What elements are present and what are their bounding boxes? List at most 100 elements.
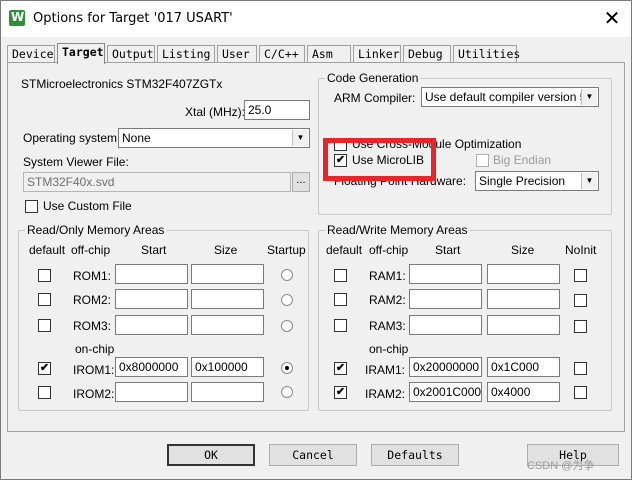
ram2-size-input[interactable] — [487, 289, 560, 309]
compiler-label: ARM Compiler: — [334, 91, 416, 105]
ram2-start-input[interactable] — [409, 289, 482, 309]
irom2-start-input[interactable] — [115, 382, 188, 402]
iram1-start-input[interactable]: 0x20000000 — [409, 357, 482, 377]
rom1-default-checkbox[interactable] — [38, 269, 51, 282]
ro-memory-label: Read/Only Memory Areas — [25, 223, 167, 237]
tab-asm[interactable]: Asm — [307, 45, 351, 63]
keil-app-icon: W — [9, 10, 25, 26]
rom2-size-input[interactable] — [191, 289, 264, 309]
ro-header-start: Start — [141, 243, 167, 257]
os-select[interactable]: None ▼ — [118, 128, 310, 148]
irom1-start-input[interactable]: 0x8000000 — [115, 357, 188, 377]
ram3-size-input[interactable] — [487, 315, 560, 335]
rw-header-size: Size — [511, 243, 535, 257]
rom2-startup-radio[interactable] — [281, 294, 293, 306]
irom2-startup-radio[interactable] — [281, 386, 293, 398]
browse-button[interactable]: ... — [292, 172, 310, 192]
iram1-default-checkbox[interactable]: ✔ — [334, 362, 347, 375]
tab-utilities[interactable]: Utilities — [453, 45, 520, 63]
window-title: Options for Target '017 USART' — [33, 11, 233, 26]
rom1-label: ROM1: — [73, 269, 112, 283]
device-name: STMicroelectronics STM32F407ZGTx — [21, 77, 223, 91]
chevron-down-icon[interactable]: ▼ — [581, 89, 597, 105]
rom3-start-input[interactable] — [115, 315, 188, 335]
ro-header-size: Size — [214, 243, 238, 257]
xtal-input[interactable]: 25.0 — [244, 100, 310, 120]
rom3-default-checkbox[interactable] — [38, 319, 51, 332]
svd-label: System Viewer File: — [23, 155, 129, 169]
xtal-label: Xtal (MHz): — [185, 105, 245, 119]
ram3-start-input[interactable] — [409, 315, 482, 335]
ok-button[interactable]: OK — [167, 444, 255, 466]
ram1-noinit-checkbox[interactable] — [574, 269, 587, 282]
ram3-default-checkbox[interactable] — [334, 319, 347, 332]
os-label: Operating system: — [23, 131, 121, 145]
irom1-label: IROM1: — [73, 363, 115, 377]
iram2-noinit-checkbox[interactable] — [574, 386, 587, 399]
title-bar: W Options for Target '017 USART' ✕ — [1, 1, 631, 37]
iram2-default-checkbox[interactable]: ✔ — [334, 386, 347, 399]
ram2-default-checkbox[interactable] — [334, 293, 347, 306]
rw-header-default: default — [326, 243, 363, 257]
ro-onchip-label: on-chip — [75, 342, 115, 356]
rom3-startup-radio[interactable] — [281, 320, 293, 332]
irom1-size-input[interactable]: 0x100000 — [191, 357, 264, 377]
options-dialog: W Options for Target '017 USART' ✕ Devic… — [0, 0, 632, 480]
tab-device[interactable]: Device — [7, 45, 55, 63]
ram2-label: RAM2: — [369, 293, 406, 307]
iram2-size-input[interactable]: 0x4000 — [487, 382, 560, 402]
ram1-start-input[interactable] — [409, 264, 482, 284]
rw-memory-label: Read/Write Memory Areas — [325, 223, 470, 237]
rw-header-noinit: NoInit — [565, 243, 597, 257]
ro-header-default: default — [29, 243, 66, 257]
custom-file-checkbox[interactable] — [25, 200, 38, 213]
irom1-default-checkbox[interactable]: ✔ — [38, 362, 51, 375]
rom1-startup-radio[interactable] — [281, 269, 293, 281]
cancel-button[interactable]: Cancel — [269, 444, 357, 466]
ro-header-startup: Startup — [267, 243, 306, 257]
ram1-size-input[interactable] — [487, 264, 560, 284]
irom2-size-input[interactable] — [191, 382, 264, 402]
big-endian-label: Big Endian — [493, 153, 552, 167]
compiler-select[interactable]: Use default compiler version 5 ▼ — [421, 87, 599, 107]
code-generation-label: Code Generation — [325, 71, 421, 85]
ram1-default-checkbox[interactable] — [334, 269, 347, 282]
ram1-label: RAM1: — [369, 269, 406, 283]
chevron-down-icon[interactable]: ▼ — [581, 173, 597, 189]
tab-target[interactable]: Target — [57, 43, 105, 64]
defaults-button[interactable]: Defaults — [371, 444, 459, 466]
rom1-start-input[interactable] — [115, 264, 188, 284]
ram3-noinit-checkbox[interactable] — [574, 320, 587, 333]
svd-input[interactable]: STM32F40x.svd — [23, 172, 291, 192]
rom1-size-input[interactable] — [191, 264, 264, 284]
irom1-startup-radio[interactable] — [281, 362, 293, 374]
rw-onchip-label: on-chip — [369, 342, 409, 356]
tab-linker[interactable]: Linker — [353, 45, 401, 63]
rom2-default-checkbox[interactable] — [38, 293, 51, 306]
rom2-label: ROM2: — [73, 293, 112, 307]
tab-user[interactable]: User — [217, 45, 257, 63]
tab-debug[interactable]: Debug — [403, 45, 451, 63]
iram1-noinit-checkbox[interactable] — [574, 362, 587, 375]
custom-file-label: Use Custom File — [43, 199, 132, 213]
tab-bar: Device Target Output Listing User C/C++ … — [7, 43, 627, 64]
highlight-box — [323, 138, 436, 181]
irom2-default-checkbox[interactable] — [38, 386, 51, 399]
iram2-start-input[interactable]: 0x2001C000 — [409, 382, 482, 402]
tab-output[interactable]: Output — [107, 45, 155, 63]
irom2-label: IROM2: — [73, 387, 115, 401]
tab-cpp[interactable]: C/C++ — [259, 45, 305, 63]
tab-listing[interactable]: Listing — [157, 45, 215, 63]
rw-header-offchip: off-chip — [369, 243, 409, 257]
fpu-select[interactable]: Single Precision ▼ — [475, 171, 599, 191]
ram2-noinit-checkbox[interactable] — [574, 294, 587, 307]
iram1-label: IRAM1: — [365, 363, 406, 377]
big-endian-checkbox[interactable] — [476, 154, 489, 167]
close-icon[interactable]: ✕ — [599, 7, 625, 31]
iram1-size-input[interactable]: 0x1C000 — [487, 357, 560, 377]
rom3-size-input[interactable] — [191, 315, 264, 335]
rw-header-start: Start — [435, 243, 461, 257]
rom2-start-input[interactable] — [115, 289, 188, 309]
rom3-label: ROM3: — [73, 319, 112, 333]
chevron-down-icon[interactable]: ▼ — [292, 130, 308, 146]
